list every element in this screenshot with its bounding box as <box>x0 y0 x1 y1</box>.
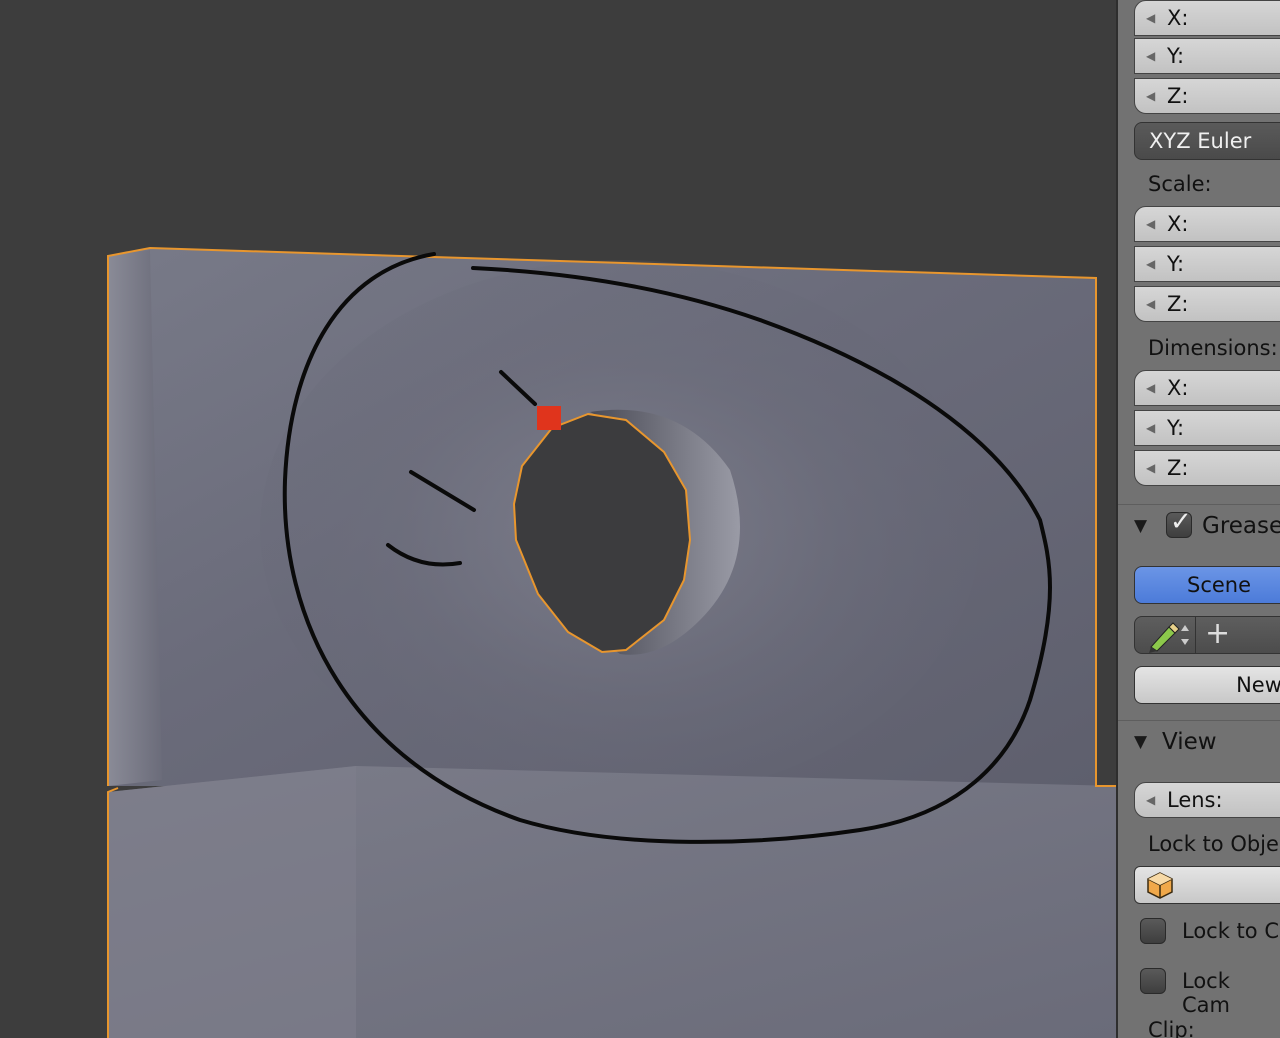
decrement-arrow-icon[interactable]: ◀ <box>1146 287 1155 321</box>
decrement-arrow-icon[interactable]: ◀ <box>1146 1 1155 35</box>
new-button[interactable]: New <box>1134 666 1280 704</box>
lock-object-field[interactable] <box>1134 866 1280 904</box>
plus-icon[interactable]: + <box>1205 617 1230 651</box>
dimensions-x-field[interactable]: ◀ X: <box>1134 370 1280 406</box>
decrement-arrow-icon[interactable]: ◀ <box>1146 39 1155 73</box>
decrement-arrow-icon[interactable]: ◀ <box>1146 451 1155 485</box>
grease-pencil-datablock[interactable]: + <box>1134 616 1280 654</box>
decrement-arrow-icon[interactable]: ◀ <box>1146 411 1155 445</box>
lock-to-cursor-label[interactable]: Lock to C <box>1182 919 1279 943</box>
object-cube-icon <box>1147 872 1173 899</box>
rotation-z-field[interactable]: ◀ Z: <box>1134 78 1280 114</box>
scale-y-field[interactable]: ◀ Y: <box>1134 246 1280 282</box>
dimensions-y-field[interactable]: ◀ Y: <box>1134 410 1280 446</box>
mesh-lower-left-face <box>108 766 356 1038</box>
viewport-scene[interactable] <box>0 0 1116 1038</box>
scale-x-field[interactable]: ◀ X: <box>1134 206 1280 242</box>
datablock-browse[interactable] <box>1143 617 1196 653</box>
collapse-triangle-icon[interactable]: ▼ <box>1134 732 1147 752</box>
checkmark-icon: ✓ <box>1170 507 1192 537</box>
scale-label: Scale: <box>1148 172 1212 196</box>
lock-camera-label[interactable]: Lock Cam <box>1182 969 1280 1017</box>
decrement-arrow-icon[interactable]: ◀ <box>1146 79 1155 113</box>
selected-vertex <box>537 406 561 430</box>
dimensions-label: Dimensions: <box>1148 336 1278 360</box>
collapse-triangle-icon[interactable]: ▼ <box>1134 516 1147 536</box>
lens-field[interactable]: ◀ Lens: <box>1134 782 1280 818</box>
properties-sidebar: ◀ X: ◀ Y: ◀ Z: XYZ Euler Scale: ◀ X: ◀ Y… <box>1116 0 1280 1038</box>
clip-label: Clip: <box>1148 1018 1195 1038</box>
rotation-mode-select[interactable]: XYZ Euler <box>1134 122 1280 160</box>
panel-divider <box>1118 720 1280 721</box>
pencil-icon <box>1149 622 1189 653</box>
lock-to-object-label: Lock to Obje <box>1148 832 1279 856</box>
dimensions-z-field[interactable]: ◀ Z: <box>1134 450 1280 486</box>
3d-viewport[interactable] <box>0 0 1116 1038</box>
decrement-arrow-icon[interactable]: ◀ <box>1146 783 1155 817</box>
scale-z-field[interactable]: ◀ Z: <box>1134 286 1280 322</box>
rotation-y-field[interactable]: ◀ Y: <box>1134 38 1280 74</box>
scene-button[interactable]: Scene <box>1134 566 1280 604</box>
view-panel-header[interactable]: View <box>1162 729 1217 755</box>
grease-pencil-header[interactable]: Grease <box>1202 513 1280 539</box>
decrement-arrow-icon[interactable]: ◀ <box>1146 207 1155 241</box>
grease-pencil-checkbox[interactable]: ✓ <box>1166 507 1192 538</box>
lock-camera-checkbox[interactable] <box>1140 968 1166 994</box>
decrement-arrow-icon[interactable]: ◀ <box>1146 247 1155 281</box>
rotation-x-field[interactable]: ◀ X: <box>1134 0 1280 36</box>
lock-to-cursor-checkbox[interactable] <box>1140 918 1166 944</box>
panel-divider <box>1118 504 1280 505</box>
decrement-arrow-icon[interactable]: ◀ <box>1146 371 1155 405</box>
